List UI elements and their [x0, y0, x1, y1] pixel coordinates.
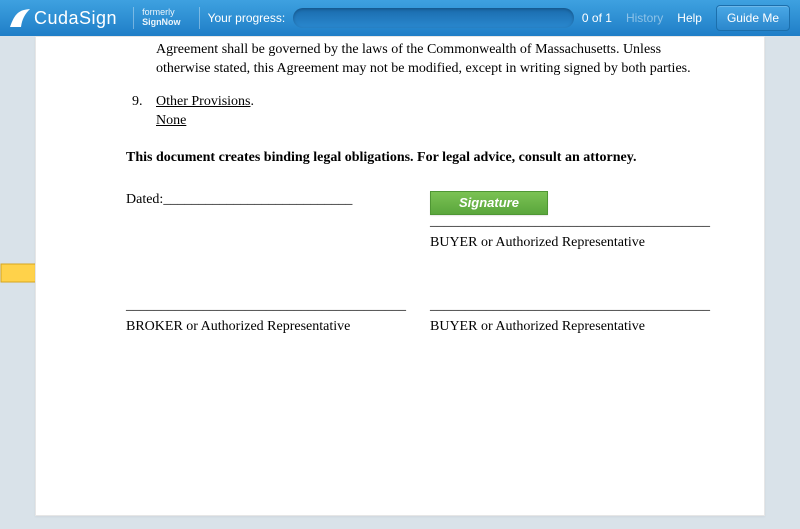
list-body-text: None [156, 113, 186, 128]
signature-line-broker[interactable]: ________________________________________ [126, 297, 406, 316]
dated-line[interactable]: ___________________________ [163, 191, 352, 210]
signature-button[interactable]: Signature [430, 191, 548, 215]
signature-label-broker: BROKER or Authorized Representative [126, 318, 406, 337]
history-link[interactable]: History [626, 11, 663, 25]
signature-line-1[interactable]: ________________________________________ [430, 213, 710, 232]
signature-cell-buyer-2: ________________________________________… [430, 297, 710, 337]
paragraph-tail: Agreement shall be governed by the laws … [156, 41, 704, 79]
guide-me-button[interactable]: Guide Me [716, 5, 790, 31]
progress-count: 0 of 1 [582, 11, 612, 25]
legal-notice: This document creates binding legal obli… [126, 149, 704, 168]
document-page: Agreement shall be governed by the laws … [35, 36, 765, 516]
signature-grid: Dated: ___________________________ Signa… [126, 191, 704, 336]
divider [199, 7, 200, 29]
formerly-label: formerly SignNow [142, 8, 181, 28]
dated-label: Dated: [126, 192, 163, 207]
list-item-9: 9. Other Provisions. None [132, 93, 704, 131]
help-link[interactable]: Help [677, 11, 702, 25]
dated-cell: Dated: ___________________________ [126, 191, 406, 252]
signature-cell-broker: ________________________________________… [126, 297, 406, 337]
progress-bar [293, 8, 574, 28]
workspace: Agreement shall be governed by the laws … [0, 36, 800, 529]
brand-logo: CudaSign [10, 8, 117, 29]
signature-label-buyer-1: BUYER or Authorized Representative [430, 234, 710, 253]
progress-label: Your progress: [208, 11, 286, 25]
brand-text-a: Cuda [34, 8, 79, 28]
signature-label-buyer-2: BUYER or Authorized Representative [430, 318, 710, 337]
divider [133, 7, 134, 29]
formerly-name: SignNow [142, 18, 181, 28]
brand-text-b: Sign [79, 8, 117, 28]
list-number: 9. [132, 93, 156, 131]
signature-line-buyer-2[interactable]: ________________________________________ [430, 297, 710, 316]
signature-cell-1: Signature ______________________________… [430, 191, 710, 252]
list-title: Other Provisions [156, 94, 251, 109]
app-header: CudaSign formerly SignNow Your progress:… [0, 0, 800, 36]
fin-icon [10, 9, 30, 27]
